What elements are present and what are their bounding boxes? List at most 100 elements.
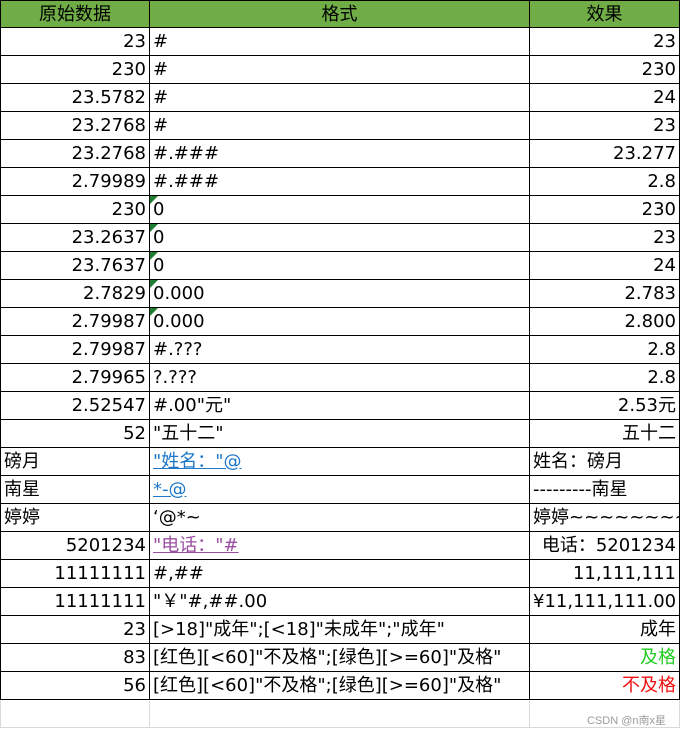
raw-cell[interactable]: 23 [0,28,150,56]
raw-cell[interactable]: 56 [0,672,150,700]
raw-cell[interactable]: 2.79987 [0,336,150,364]
raw-cell[interactable]: 南星 [0,476,150,504]
result-cell[interactable]: 姓名：磅月 [530,448,680,476]
format-cell[interactable]: ‘@*~ [150,504,530,532]
table-row: 23 [>18]"成年";[<18]"未成年";"成年" 成年 [0,616,680,644]
format-cell[interactable]: #,## [150,560,530,588]
table-row: 83 [红色][<60]"不及格";[绿色][>=60]"及格" 及格 [0,644,680,672]
format-cell[interactable]: ?.??? [150,364,530,392]
raw-cell[interactable]: 11111111 [0,588,150,616]
result-cell[interactable]: 电话：5201234 [530,532,680,560]
watermark: CSDN @n南x星 [586,715,666,727]
table-row: 23.2768 # 23 [0,112,680,140]
format-cell[interactable]: #.### [150,140,530,168]
format-cell[interactable]: #.??? [150,336,530,364]
raw-cell[interactable]: 2.79989 [0,168,150,196]
format-cell[interactable]: #.00"元" [150,392,530,420]
result-cell[interactable]: 23 [530,28,680,56]
table-row: 56 [红色][<60]"不及格";[绿色][>=60]"及格" 不及格 [0,672,680,700]
table-row: 2.79989 #.### 2.8 [0,168,680,196]
format-link-text[interactable]: *-@ [153,479,187,500]
format-cell[interactable]: [红色][<60]"不及格";[绿色][>=60]"及格" [150,672,530,700]
format-cell[interactable]: # [150,28,530,56]
result-cell[interactable]: 23 [530,224,680,252]
raw-cell[interactable]: 23.2637 [0,224,150,252]
raw-cell[interactable]: 2.79965 [0,364,150,392]
table-row: 23.5782 # 24 [0,84,680,112]
raw-cell[interactable]: 230 [0,56,150,84]
format-cell-link[interactable]: "电话："# [150,532,530,560]
table-row: 婷婷 ‘@*~ 婷婷~~~~~~~~ [0,504,680,532]
result-cell[interactable]: 五十二 [530,420,680,448]
empty-row [0,700,680,728]
raw-cell[interactable]: 2.7829 [0,280,150,308]
spreadsheet: 原始数据 格式 效果 23 # 23 230 # 230 23.5782 # 2… [0,0,680,728]
raw-cell[interactable]: 230 [0,196,150,224]
result-cell[interactable]: ¥11,111,111.00 [530,588,680,616]
table-row: 2.52547 #.00"元" 2.53元 [0,392,680,420]
format-cell[interactable]: "五十二" [150,420,530,448]
table-row: 2.79965 ?.??? 2.8 [0,364,680,392]
header-format[interactable]: 格式 [150,0,530,28]
format-cell-text-flag[interactable]: 0.000 [150,308,530,336]
table-row: 5201234 "电话："# 电话：5201234 [0,532,680,560]
raw-cell[interactable]: 23.7637 [0,252,150,280]
header-raw-data[interactable]: 原始数据 [0,0,150,28]
empty-cell[interactable] [150,700,530,728]
table-row: 11111111 "￥"#,##.00 ¥11,111,111.00 [0,588,680,616]
header-result[interactable]: 效果 [530,0,680,28]
raw-cell[interactable]: 2.79987 [0,308,150,336]
format-cell[interactable]: "￥"#,##.00 [150,588,530,616]
raw-cell[interactable]: 23.5782 [0,84,150,112]
raw-cell[interactable]: 83 [0,644,150,672]
result-cell[interactable]: 11,111,111 [530,560,680,588]
raw-cell[interactable]: 52 [0,420,150,448]
format-cell[interactable]: [红色][<60]"不及格";[绿色][>=60]"及格" [150,644,530,672]
table-row: 2.79987 0.000 2.800 [0,308,680,336]
raw-cell[interactable]: 磅月 [0,448,150,476]
result-cell[interactable]: 成年 [530,616,680,644]
header-row: 原始数据 格式 效果 [0,0,680,28]
table-row: 磅月 "姓名："@ 姓名：磅月 [0,448,680,476]
table-row: 23.7637 0 24 [0,252,680,280]
result-cell[interactable]: 23 [530,112,680,140]
result-cell[interactable]: 24 [530,252,680,280]
format-link-text[interactable]: "电话："# [153,535,239,556]
result-cell[interactable]: ---------南星 [530,476,680,504]
result-cell[interactable]: 2.8 [530,364,680,392]
format-cell[interactable]: [>18]"成年";[<18]"未成年";"成年" [150,616,530,644]
result-cell[interactable]: 婷婷~~~~~~~~ [530,504,680,532]
result-cell[interactable]: 230 [530,196,680,224]
raw-cell[interactable]: 婷婷 [0,504,150,532]
result-cell[interactable]: 2.8 [530,336,680,364]
result-cell-fail[interactable]: 不及格 [530,672,680,700]
format-cell-text-flag[interactable]: 0 [150,196,530,224]
result-cell[interactable]: 2.53元 [530,392,680,420]
format-cell[interactable]: # [150,56,530,84]
format-cell-text-flag[interactable]: 0 [150,224,530,252]
format-cell-text-flag[interactable]: 0 [150,252,530,280]
format-cell[interactable]: # [150,112,530,140]
result-cell[interactable]: 24 [530,84,680,112]
result-cell-pass[interactable]: 及格 [530,644,680,672]
result-cell[interactable]: 2.783 [530,280,680,308]
format-cell-link[interactable]: *-@ [150,476,530,504]
format-cell[interactable]: # [150,84,530,112]
raw-cell[interactable]: 23.2768 [0,112,150,140]
table-row: 230 0 230 [0,196,680,224]
result-cell[interactable]: 230 [530,56,680,84]
format-link-text[interactable]: "姓名："@ [153,451,242,472]
format-cell-link[interactable]: "姓名："@ [150,448,530,476]
raw-cell[interactable]: 2.52547 [0,392,150,420]
result-cell[interactable]: 2.800 [530,308,680,336]
raw-cell[interactable]: 23 [0,616,150,644]
format-cell-text-flag[interactable]: 0.000 [150,280,530,308]
table-row: 南星 *-@ ---------南星 [0,476,680,504]
raw-cell[interactable]: 23.2768 [0,140,150,168]
raw-cell[interactable]: 11111111 [0,560,150,588]
result-cell[interactable]: 2.8 [530,168,680,196]
empty-cell[interactable] [0,700,150,728]
format-cell[interactable]: #.### [150,168,530,196]
raw-cell[interactable]: 5201234 [0,532,150,560]
result-cell[interactable]: 23.277 [530,140,680,168]
